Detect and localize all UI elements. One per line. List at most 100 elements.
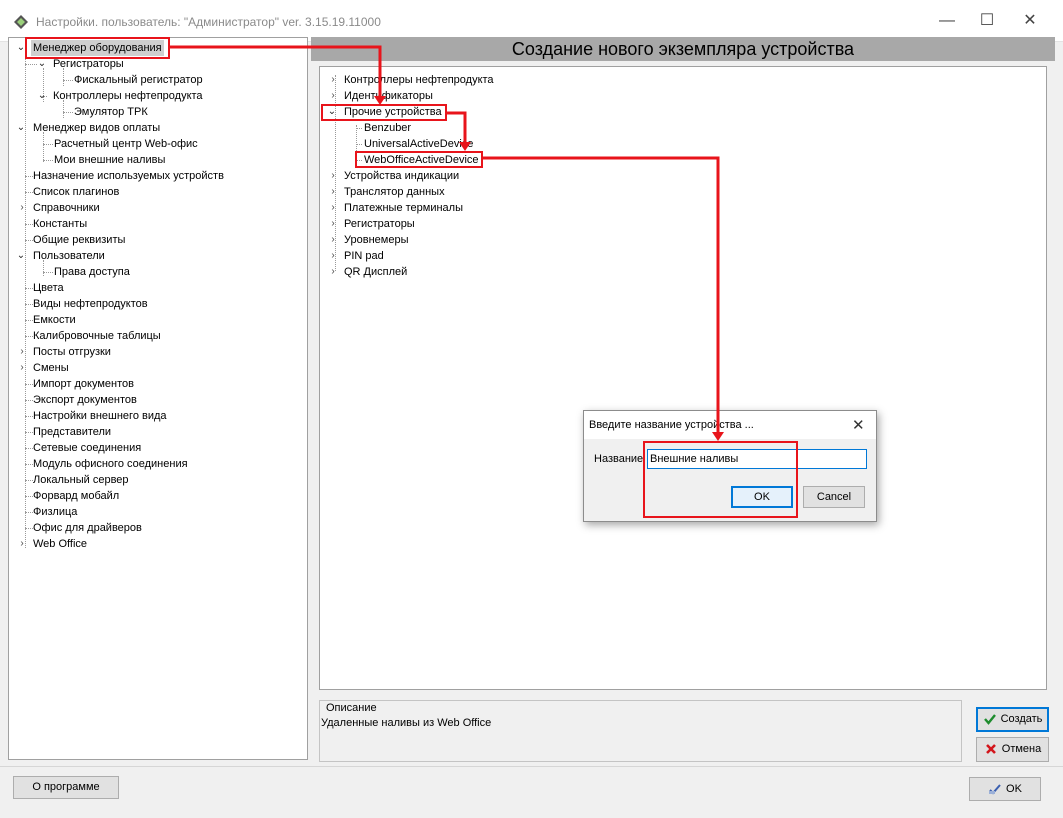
chevron-down-icon[interactable]: ⌄	[15, 250, 27, 262]
device-item-benzuber[interactable]: Benzuber	[320, 120, 1046, 136]
tree-item-common-details[interactable]: Общие реквизиты	[9, 232, 307, 248]
tree-dot	[25, 384, 33, 385]
chevron-right-icon[interactable]: ›	[327, 202, 339, 214]
tree-item-web-office[interactable]: › Web Office	[9, 536, 307, 552]
name-field-label: Название	[594, 453, 644, 465]
chevron-right-icon[interactable]: ›	[327, 218, 339, 230]
chevron-right-icon[interactable]: ›	[16, 538, 28, 550]
create-button[interactable]: Создать	[976, 707, 1049, 732]
tree-dot	[25, 288, 33, 289]
tree-item-label: Транслятор данных	[344, 186, 445, 198]
tree-dot	[25, 192, 33, 193]
tree-item-individuals[interactable]: Физлица	[9, 504, 307, 520]
tree-item-used-devices[interactable]: Назначение используемых устройств	[9, 168, 307, 184]
close-window-button[interactable]: ✕	[1016, 10, 1044, 32]
tree-item-label: Представители	[33, 426, 112, 438]
ok-button-label: OK	[1006, 783, 1022, 795]
chevron-right-icon[interactable]: ›	[327, 250, 339, 262]
tree-item-constants[interactable]: Константы	[9, 216, 307, 232]
chevron-right-icon[interactable]: ›	[327, 234, 339, 246]
tree-item-label: Константы	[33, 218, 88, 230]
device-item-fuel-controllers[interactable]: › Контроллеры нефтепродукта	[320, 72, 1046, 88]
tree-dot	[25, 432, 33, 433]
tree-item-plugin-list[interactable]: Список плагинов	[9, 184, 307, 200]
chevron-right-icon[interactable]: ›	[327, 170, 339, 182]
tree-item-label: Офис для драйверов	[33, 522, 142, 534]
device-item-qr-display[interactable]: › QR Дисплей	[320, 264, 1046, 280]
tree-item-colors[interactable]: Цвета	[9, 280, 307, 296]
tree-dot	[25, 464, 33, 465]
tree-item-label: Менеджер видов оплаты	[33, 122, 161, 134]
window-titlebar: Настройки. пользователь: "Администратор"…	[0, 0, 1063, 42]
tree-dot	[25, 416, 33, 417]
tree-item-appearance[interactable]: Настройки внешнего вида	[9, 408, 307, 424]
description-text: Удаленные наливы из Web Office	[321, 717, 492, 729]
tree-dot	[25, 240, 33, 241]
annotation-box-dialog-fields	[643, 441, 798, 518]
tree-item-dispatch-posts[interactable]: › Посты отгрузки	[9, 344, 307, 360]
tree-item-tanks[interactable]: Емкости	[9, 312, 307, 328]
device-item-universal-active[interactable]: UniversalActiveDevice	[320, 136, 1046, 152]
tree-item-fiscal-registrar[interactable]: Фискальный регистратор	[9, 72, 307, 88]
chevron-right-icon[interactable]: ›	[16, 362, 28, 374]
tree-item-calibration-tables[interactable]: Калибровочные таблицы	[9, 328, 307, 344]
tree-item-access-rights[interactable]: Права доступа	[9, 264, 307, 280]
chevron-right-icon[interactable]: ›	[327, 186, 339, 198]
tree-item-label: Уровнемеры	[344, 234, 409, 246]
tree-item-label: Фискальный регистратор	[74, 74, 203, 86]
tree-dot	[25, 336, 33, 337]
tree-item-forward-mobile[interactable]: Форвард мобайл	[9, 488, 307, 504]
cross-icon	[985, 744, 996, 755]
tree-item-fuel-controllers[interactable]: ⌄ Контроллеры нефтепродукта	[9, 88, 307, 104]
device-item-pin-pad[interactable]: › PIN pad	[320, 248, 1046, 264]
chevron-down-icon[interactable]: ⌄	[15, 122, 27, 134]
chevron-down-icon[interactable]: ⌄	[36, 90, 48, 102]
tree-dot	[25, 176, 33, 177]
tree-item-shifts[interactable]: › Смены	[9, 360, 307, 376]
chevron-right-icon[interactable]: ›	[16, 346, 28, 358]
device-item-level-gauges[interactable]: › Уровнемеры	[320, 232, 1046, 248]
chevron-right-icon[interactable]: ›	[16, 202, 28, 214]
minimize-button[interactable]: —	[933, 10, 961, 32]
tree-item-fuel-types[interactable]: Виды нефтепродуктов	[9, 296, 307, 312]
device-item-identifiers[interactable]: › Идентификаторы	[320, 88, 1046, 104]
tree-item-payment-manager[interactable]: ⌄ Менеджер видов оплаты	[9, 120, 307, 136]
tree-dot	[25, 224, 33, 225]
maximize-button[interactable]: ☐	[973, 10, 1001, 32]
tree-item-export-docs[interactable]: Экспорт документов	[9, 392, 307, 408]
tree-item-driver-office[interactable]: Офис для драйверов	[9, 520, 307, 536]
tree-item-users[interactable]: ⌄ Пользователи	[9, 248, 307, 264]
tree-item-directories[interactable]: › Справочники	[9, 200, 307, 216]
device-item-payment-terminals[interactable]: › Платежные терминалы	[320, 200, 1046, 216]
tree-item-label: Цвета	[33, 282, 64, 294]
tree-item-local-server[interactable]: Локальный сервер	[9, 472, 307, 488]
tree-item-label: Форвард мобайл	[33, 490, 120, 502]
about-button[interactable]: О программе	[13, 776, 119, 799]
device-item-data-translator[interactable]: › Транслятор данных	[320, 184, 1046, 200]
tree-item-label: Экспорт документов	[33, 394, 137, 406]
tree-dot	[43, 144, 53, 145]
tree-dot	[25, 528, 33, 529]
tree-item-my-external-pours[interactable]: Мои внешние наливы	[9, 152, 307, 168]
tree-item-import-docs[interactable]: Импорт документов	[9, 376, 307, 392]
device-item-registrators[interactable]: › Регистраторы	[320, 216, 1046, 232]
tree-item-office-connection[interactable]: Модуль офисного соединения	[9, 456, 307, 472]
tree-dot	[25, 320, 33, 321]
dialog-cancel-button[interactable]: Cancel	[803, 486, 865, 508]
dialog-close-button[interactable]: ✕	[852, 416, 865, 434]
tree-item-label: Общие реквизиты	[33, 234, 126, 246]
chevron-down-icon[interactable]: ⌄	[36, 58, 48, 70]
device-item-display-devices[interactable]: › Устройства индикации	[320, 168, 1046, 184]
tree-dot	[63, 112, 73, 113]
tree-item-label: Физлица	[33, 506, 78, 518]
cancel-button[interactable]: Отмена	[976, 737, 1049, 762]
chevron-right-icon[interactable]: ›	[327, 74, 339, 86]
chevron-right-icon[interactable]: ›	[327, 90, 339, 102]
tree-item-label: Пользователи	[33, 250, 105, 262]
chevron-right-icon[interactable]: ›	[327, 266, 339, 278]
tree-item-trk-emulator[interactable]: Эмулятор ТРК	[9, 104, 307, 120]
tree-item-network-connections[interactable]: Сетевые соединения	[9, 440, 307, 456]
tree-item-representatives[interactable]: Представители	[9, 424, 307, 440]
tree-item-webof-settlement[interactable]: Расчетный центр Web-офис	[9, 136, 307, 152]
ok-button[interactable]: OK	[969, 777, 1041, 801]
